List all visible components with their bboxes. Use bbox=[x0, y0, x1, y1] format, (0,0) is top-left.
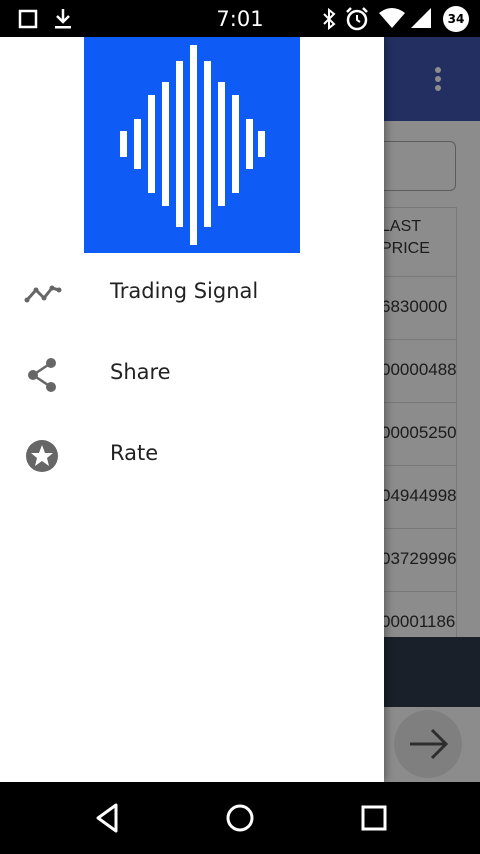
clock: 7:01 bbox=[216, 7, 264, 31]
nav-item-trading-signal[interactable]: Trading Signal bbox=[0, 253, 384, 334]
nav-item-rate[interactable]: Rate bbox=[0, 415, 384, 496]
home-button[interactable] bbox=[220, 800, 260, 836]
battery-icon: 34 bbox=[443, 6, 469, 32]
trend-line-icon bbox=[24, 285, 62, 303]
recents-button[interactable] bbox=[354, 800, 394, 836]
status-bar: 7:01 34 bbox=[0, 0, 480, 37]
signal-icon bbox=[411, 8, 431, 28]
alarm-icon bbox=[346, 7, 368, 31]
nav-item-label: Rate bbox=[110, 441, 159, 465]
bluetooth-icon bbox=[323, 7, 336, 31]
system-nav-bar bbox=[0, 782, 480, 854]
star-icon bbox=[26, 440, 58, 472]
nav-item-label: Share bbox=[110, 360, 171, 384]
navigation-drawer: Trading Signal Share Rate bbox=[0, 37, 384, 782]
nav-item-label: Trading Signal bbox=[110, 279, 259, 303]
back-button[interactable] bbox=[88, 800, 128, 836]
wifi-icon bbox=[379, 8, 405, 28]
app-logo bbox=[84, 37, 300, 253]
nav-item-share[interactable]: Share bbox=[0, 334, 384, 415]
share-icon bbox=[28, 358, 56, 392]
sound-wave-logo-icon bbox=[120, 45, 265, 245]
